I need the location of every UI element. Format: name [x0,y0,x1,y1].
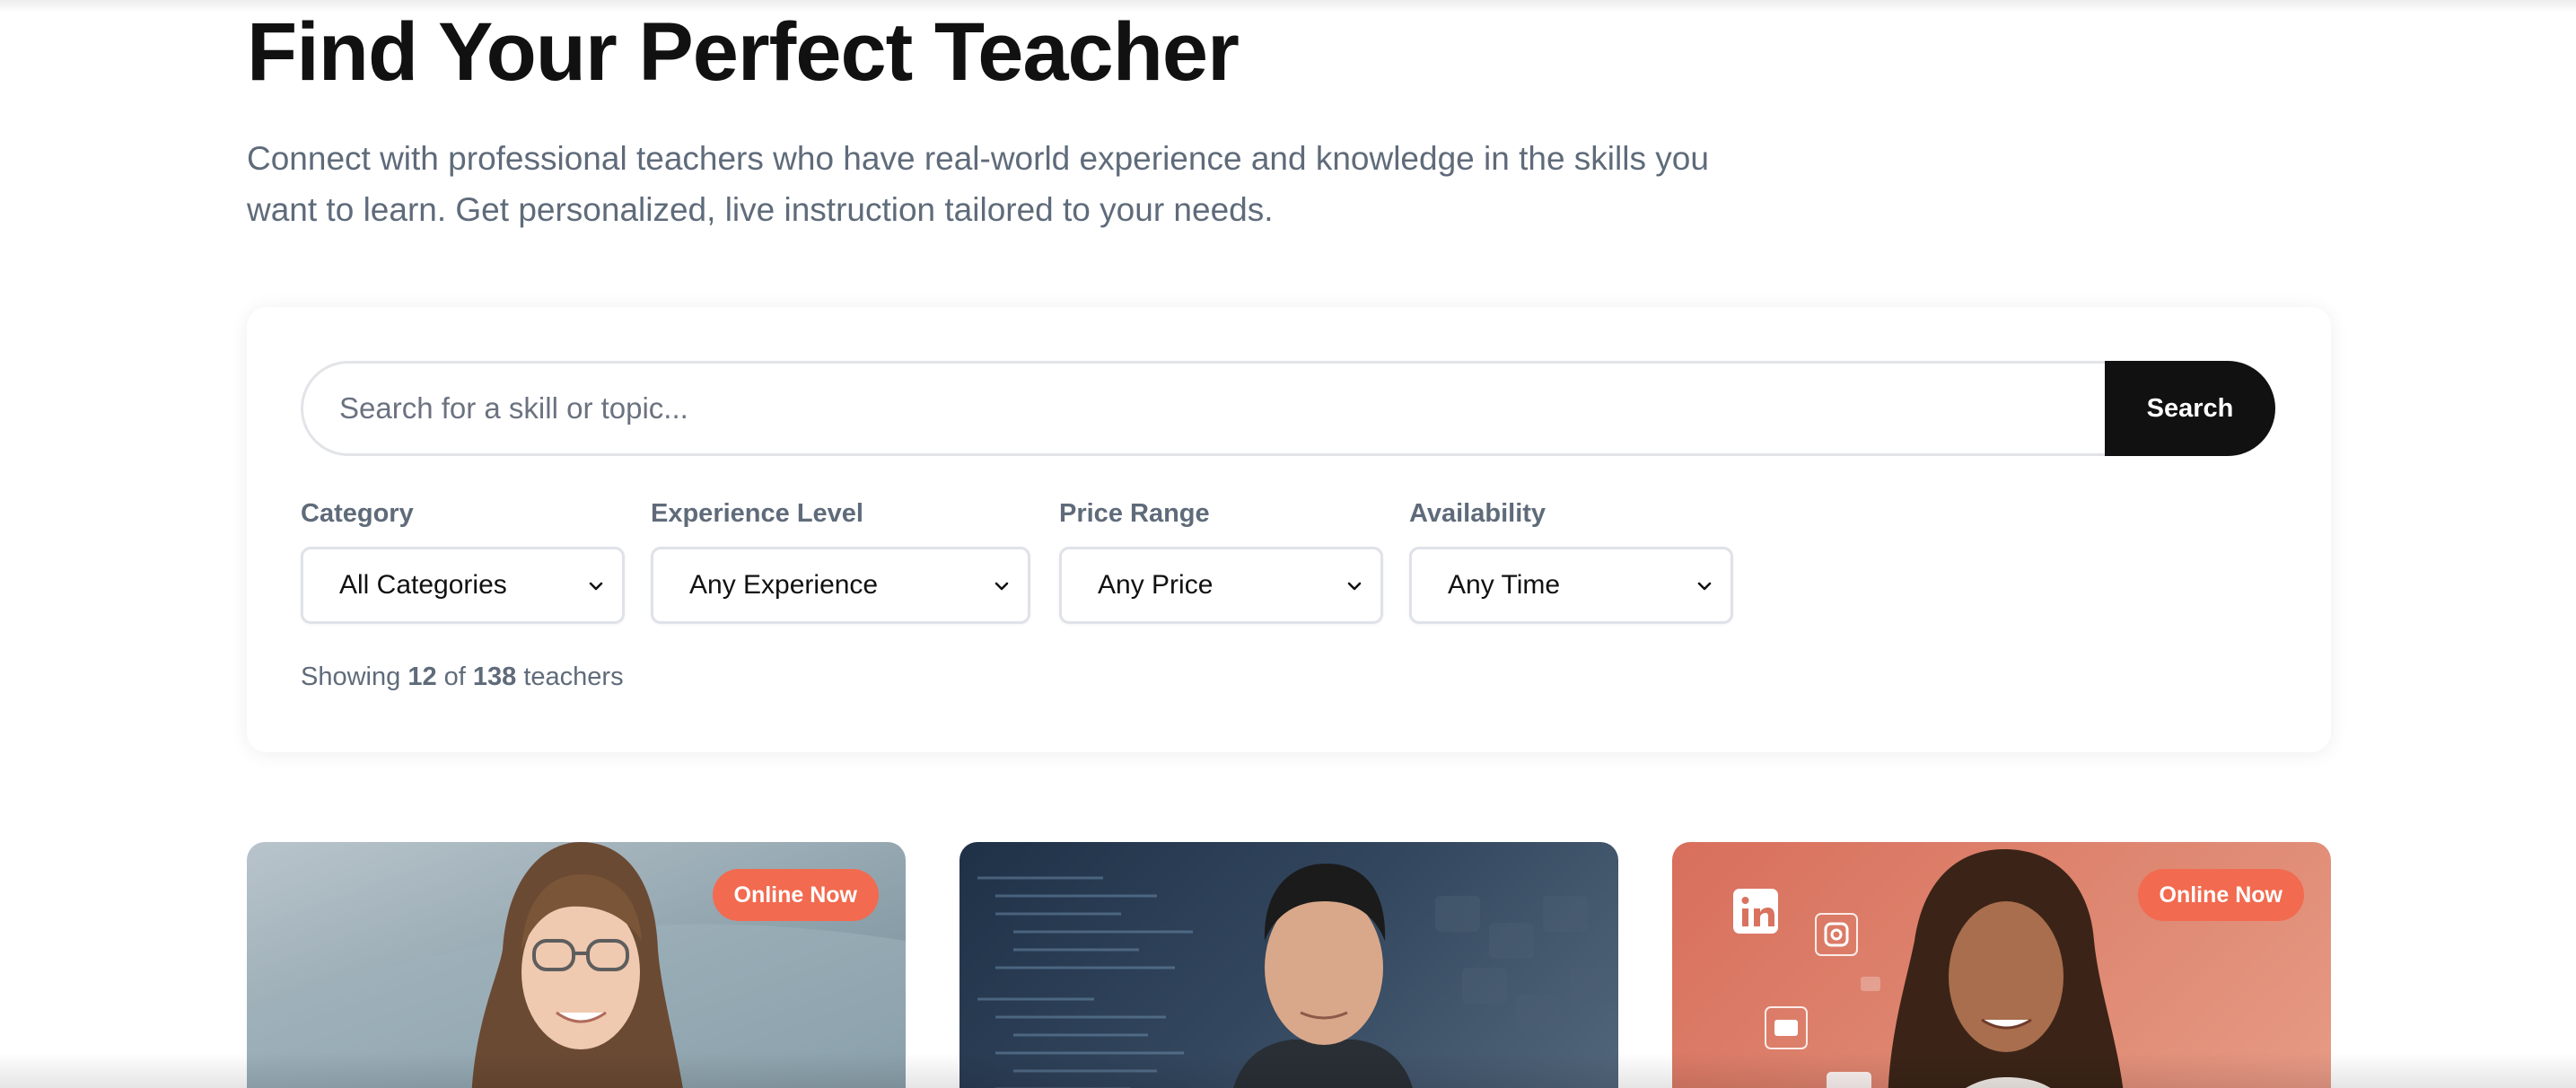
filter-price-label: Price Range [1059,499,1210,528]
filter-availability: Availability Any Time [1409,496,1733,624]
filter-experience: Experience Level Any Experience [651,496,1030,624]
teacher-card[interactable]: Online Now [247,842,906,1088]
results-of: of [443,662,466,691]
search-filter-panel: Search Category All Categories Experienc… [247,307,2331,752]
online-status-badge: Online Now [712,869,879,921]
results-shown: 12 [407,662,437,691]
teacher-card[interactable]: Online Now [1672,842,2331,1088]
page-subtitle: Connect with professional teachers who h… [247,140,1709,228]
results-suffix: teachers [523,662,624,691]
page-title: Find Your Perfect Teacher [247,6,1240,98]
chevron-down-icon [994,582,1009,591]
teacher-card[interactable] [959,842,1618,1088]
availability-select[interactable]: Any Time [1409,547,1733,624]
availability-select-value: Any Time [1448,570,1561,600]
chevron-down-icon [1697,582,1712,591]
filter-experience-label: Experience Level [651,499,863,528]
results-total: 138 [472,662,517,691]
teacher-photo [977,864,1615,1088]
results-count: Showing 12 of 138 teachers [301,662,624,692]
search-input[interactable] [301,361,2105,456]
online-status-badge: Online Now [2137,869,2304,921]
filter-availability-label: Availability [1409,499,1546,528]
results-prefix: Showing [301,662,401,691]
folder-icon [1765,1006,1808,1049]
experience-select[interactable]: Any Experience [651,547,1030,624]
search-button[interactable]: Search [2105,361,2275,456]
chevron-down-icon [1347,582,1362,591]
category-select-value: All Categories [339,570,507,600]
category-select[interactable]: All Categories [301,547,625,624]
search-bar: Search [301,361,2275,456]
experience-select-value: Any Experience [689,570,879,600]
filter-category-label: Category [301,499,414,528]
filter-price: Price Range Any Price [1059,496,1383,624]
price-select-value: Any Price [1098,570,1214,600]
filter-category: Category All Categories [301,496,625,624]
price-select[interactable]: Any Price [1059,547,1383,624]
id-card-icon [1827,1072,1871,1088]
chevron-down-icon [589,582,603,591]
linkedin-icon [1733,889,1778,934]
instagram-icon [1815,913,1858,956]
